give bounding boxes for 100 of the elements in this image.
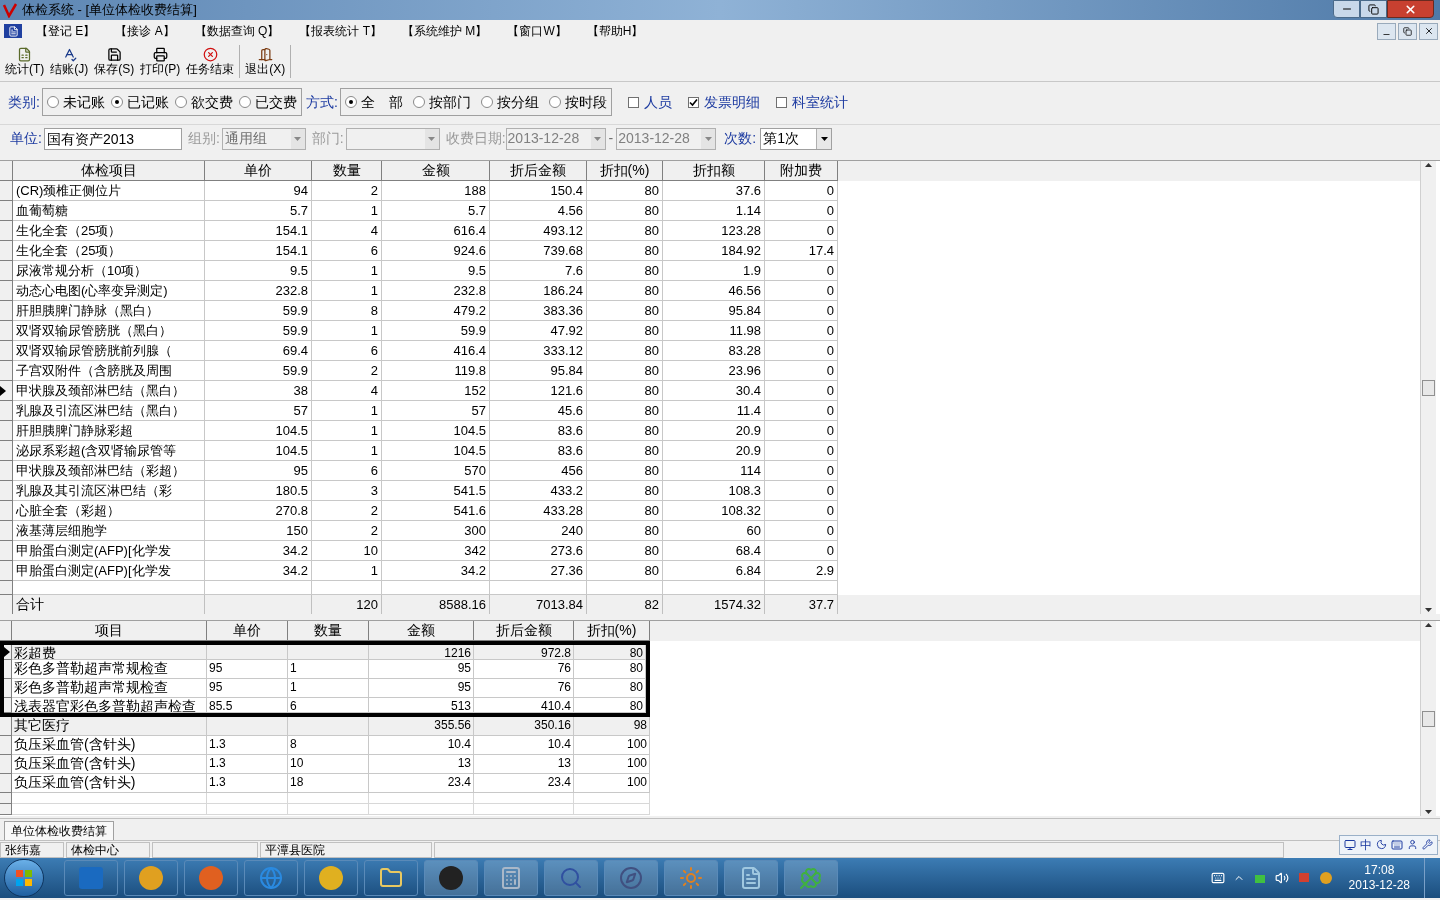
menu-item[interactable]: 【窗口W】	[507, 22, 567, 40]
radio-button[interactable]	[110, 96, 123, 108]
toolbar-button[interactable]: 打印(P)	[137, 42, 184, 81]
table-cell: 0	[765, 521, 838, 541]
column-header[interactable]: 折后金额	[490, 161, 587, 181]
taskbar-button[interactable]	[64, 860, 118, 896]
minimize-button[interactable]	[1333, 0, 1360, 18]
table-cell: 1	[312, 281, 382, 301]
wrench-icon	[1422, 839, 1433, 850]
menu-item[interactable]: 【帮助H】	[586, 22, 644, 40]
column-header[interactable]: 金额	[369, 621, 474, 641]
table-cell: 240	[490, 521, 587, 541]
table-cell: 410.4	[474, 698, 574, 713]
close-icon	[1404, 2, 1417, 16]
table-cell: 11.98	[663, 321, 765, 341]
table-cell: 80	[587, 361, 663, 381]
table-cell: 34.2	[205, 541, 312, 561]
scroll-up-icon[interactable]	[1425, 163, 1432, 167]
radio-button[interactable]	[412, 96, 425, 108]
table-cell: 83.6	[490, 441, 587, 461]
column-header[interactable]: 单价	[205, 161, 312, 181]
taskbar-button[interactable]	[184, 860, 238, 896]
column-header[interactable]: 折后金额	[474, 621, 574, 641]
checkbox[interactable]	[687, 96, 699, 108]
column-header[interactable]: 单价	[207, 621, 288, 641]
menu-item[interactable]: 【接诊 A】	[115, 22, 175, 40]
table-cell: 80	[587, 241, 663, 261]
taskbar-button[interactable]	[484, 860, 538, 896]
scroll-up-icon[interactable]	[1425, 623, 1432, 627]
table-cell: 9.5	[382, 261, 490, 281]
table-cell: 186.24	[490, 281, 587, 301]
toolbar-button[interactable]: 任务结束	[183, 42, 238, 81]
taskbar-button[interactable]	[424, 860, 478, 896]
radio-button[interactable]	[480, 96, 493, 108]
column-header[interactable]: 金额	[382, 161, 490, 181]
radio-button[interactable]	[548, 96, 561, 108]
scrollbar-thumb[interactable]	[1422, 379, 1435, 396]
column-header[interactable]: 附加费	[765, 161, 838, 181]
column-header[interactable]: 折扣(%)	[587, 161, 663, 181]
menu-item[interactable]: 【登记 E】	[36, 22, 96, 40]
table-cell: 104.5	[382, 441, 490, 461]
toolbar-button[interactable]: 统计(T)	[2, 42, 48, 81]
table-cell: 123.28	[663, 221, 765, 241]
language-bar[interactable]: 中	[1339, 834, 1438, 855]
column-header[interactable]: 折扣额	[663, 161, 765, 181]
row-indicator[interactable]	[0, 381, 13, 401]
scrollbar[interactable]	[1420, 161, 1436, 614]
table-cell: 1.3	[207, 736, 288, 755]
table-cell: 0	[765, 381, 838, 401]
radio-label: 按时段	[564, 92, 607, 112]
taskbar-button[interactable]	[544, 860, 598, 896]
table-cell: 甲胎蛋白测定(AFP)[化学发	[13, 541, 205, 561]
radio-button[interactable]	[344, 96, 357, 108]
column-header[interactable]: 项目	[12, 621, 207, 641]
radio-button[interactable]	[46, 96, 59, 108]
unit-label: 单位:	[10, 129, 42, 148]
table-cell: 616.4	[382, 221, 490, 241]
menu-item[interactable]: 【报表统计 T】	[299, 22, 383, 40]
scrollbar[interactable]	[1420, 621, 1436, 816]
scrollbar-thumb[interactable]	[1422, 710, 1435, 727]
taskbar-button[interactable]	[724, 860, 778, 896]
start-button[interactable]	[4, 859, 44, 897]
table-cell: 2	[312, 521, 382, 541]
scroll-down-icon[interactable]	[1425, 810, 1432, 814]
restore-button[interactable]	[1360, 0, 1387, 18]
taskbar-button[interactable]	[244, 860, 298, 896]
radio-button[interactable]	[174, 96, 187, 108]
checkbox[interactable]	[627, 96, 639, 108]
unit-field[interactable]: 国有资产2013	[43, 127, 182, 150]
close-button[interactable]	[1419, 22, 1438, 40]
column-header[interactable]: 体检项目	[13, 161, 205, 181]
checkbox-label: 发票明细	[703, 92, 760, 112]
taskbar-button[interactable]	[604, 860, 658, 896]
taskbar-button[interactable]	[304, 860, 358, 896]
toolbar-button[interactable]: 结账(J)	[47, 42, 92, 81]
window-tab[interactable]: 单位体检收费结算	[4, 821, 114, 840]
table-cell: 570	[382, 461, 490, 481]
restore-button[interactable]	[1398, 22, 1417, 40]
column-header[interactable]: 数量	[288, 621, 369, 641]
taskbar-button[interactable]	[124, 860, 178, 896]
status-user: 张纬嘉	[0, 841, 64, 858]
table-cell: 5.7	[205, 201, 312, 221]
taskbar-button[interactable]	[364, 860, 418, 896]
scroll-down-icon[interactable]	[1425, 608, 1432, 612]
column-header[interactable]: 折扣(%)	[574, 621, 650, 641]
table-cell: 80	[587, 181, 663, 201]
close-button[interactable]	[1387, 0, 1434, 18]
menu-item[interactable]: 【数据查询 Q】	[194, 22, 280, 40]
table-cell: 232.8	[382, 281, 490, 301]
table-cell: 1	[312, 441, 382, 461]
toolbar-button[interactable]: 保存(S)	[91, 42, 138, 81]
table-cell: 80	[587, 301, 663, 321]
times-dropdown[interactable]: 第1次	[760, 127, 833, 150]
radio-button[interactable]	[238, 96, 251, 108]
checkbox[interactable]	[775, 96, 787, 108]
column-header[interactable]: 数量	[312, 161, 382, 181]
group-label: 组别:	[187, 129, 220, 148]
table-cell: 0	[765, 361, 838, 381]
toolbar-button[interactable]: 退出(X)	[242, 42, 289, 81]
menu-item[interactable]: 【系统维护 M】	[402, 22, 488, 40]
